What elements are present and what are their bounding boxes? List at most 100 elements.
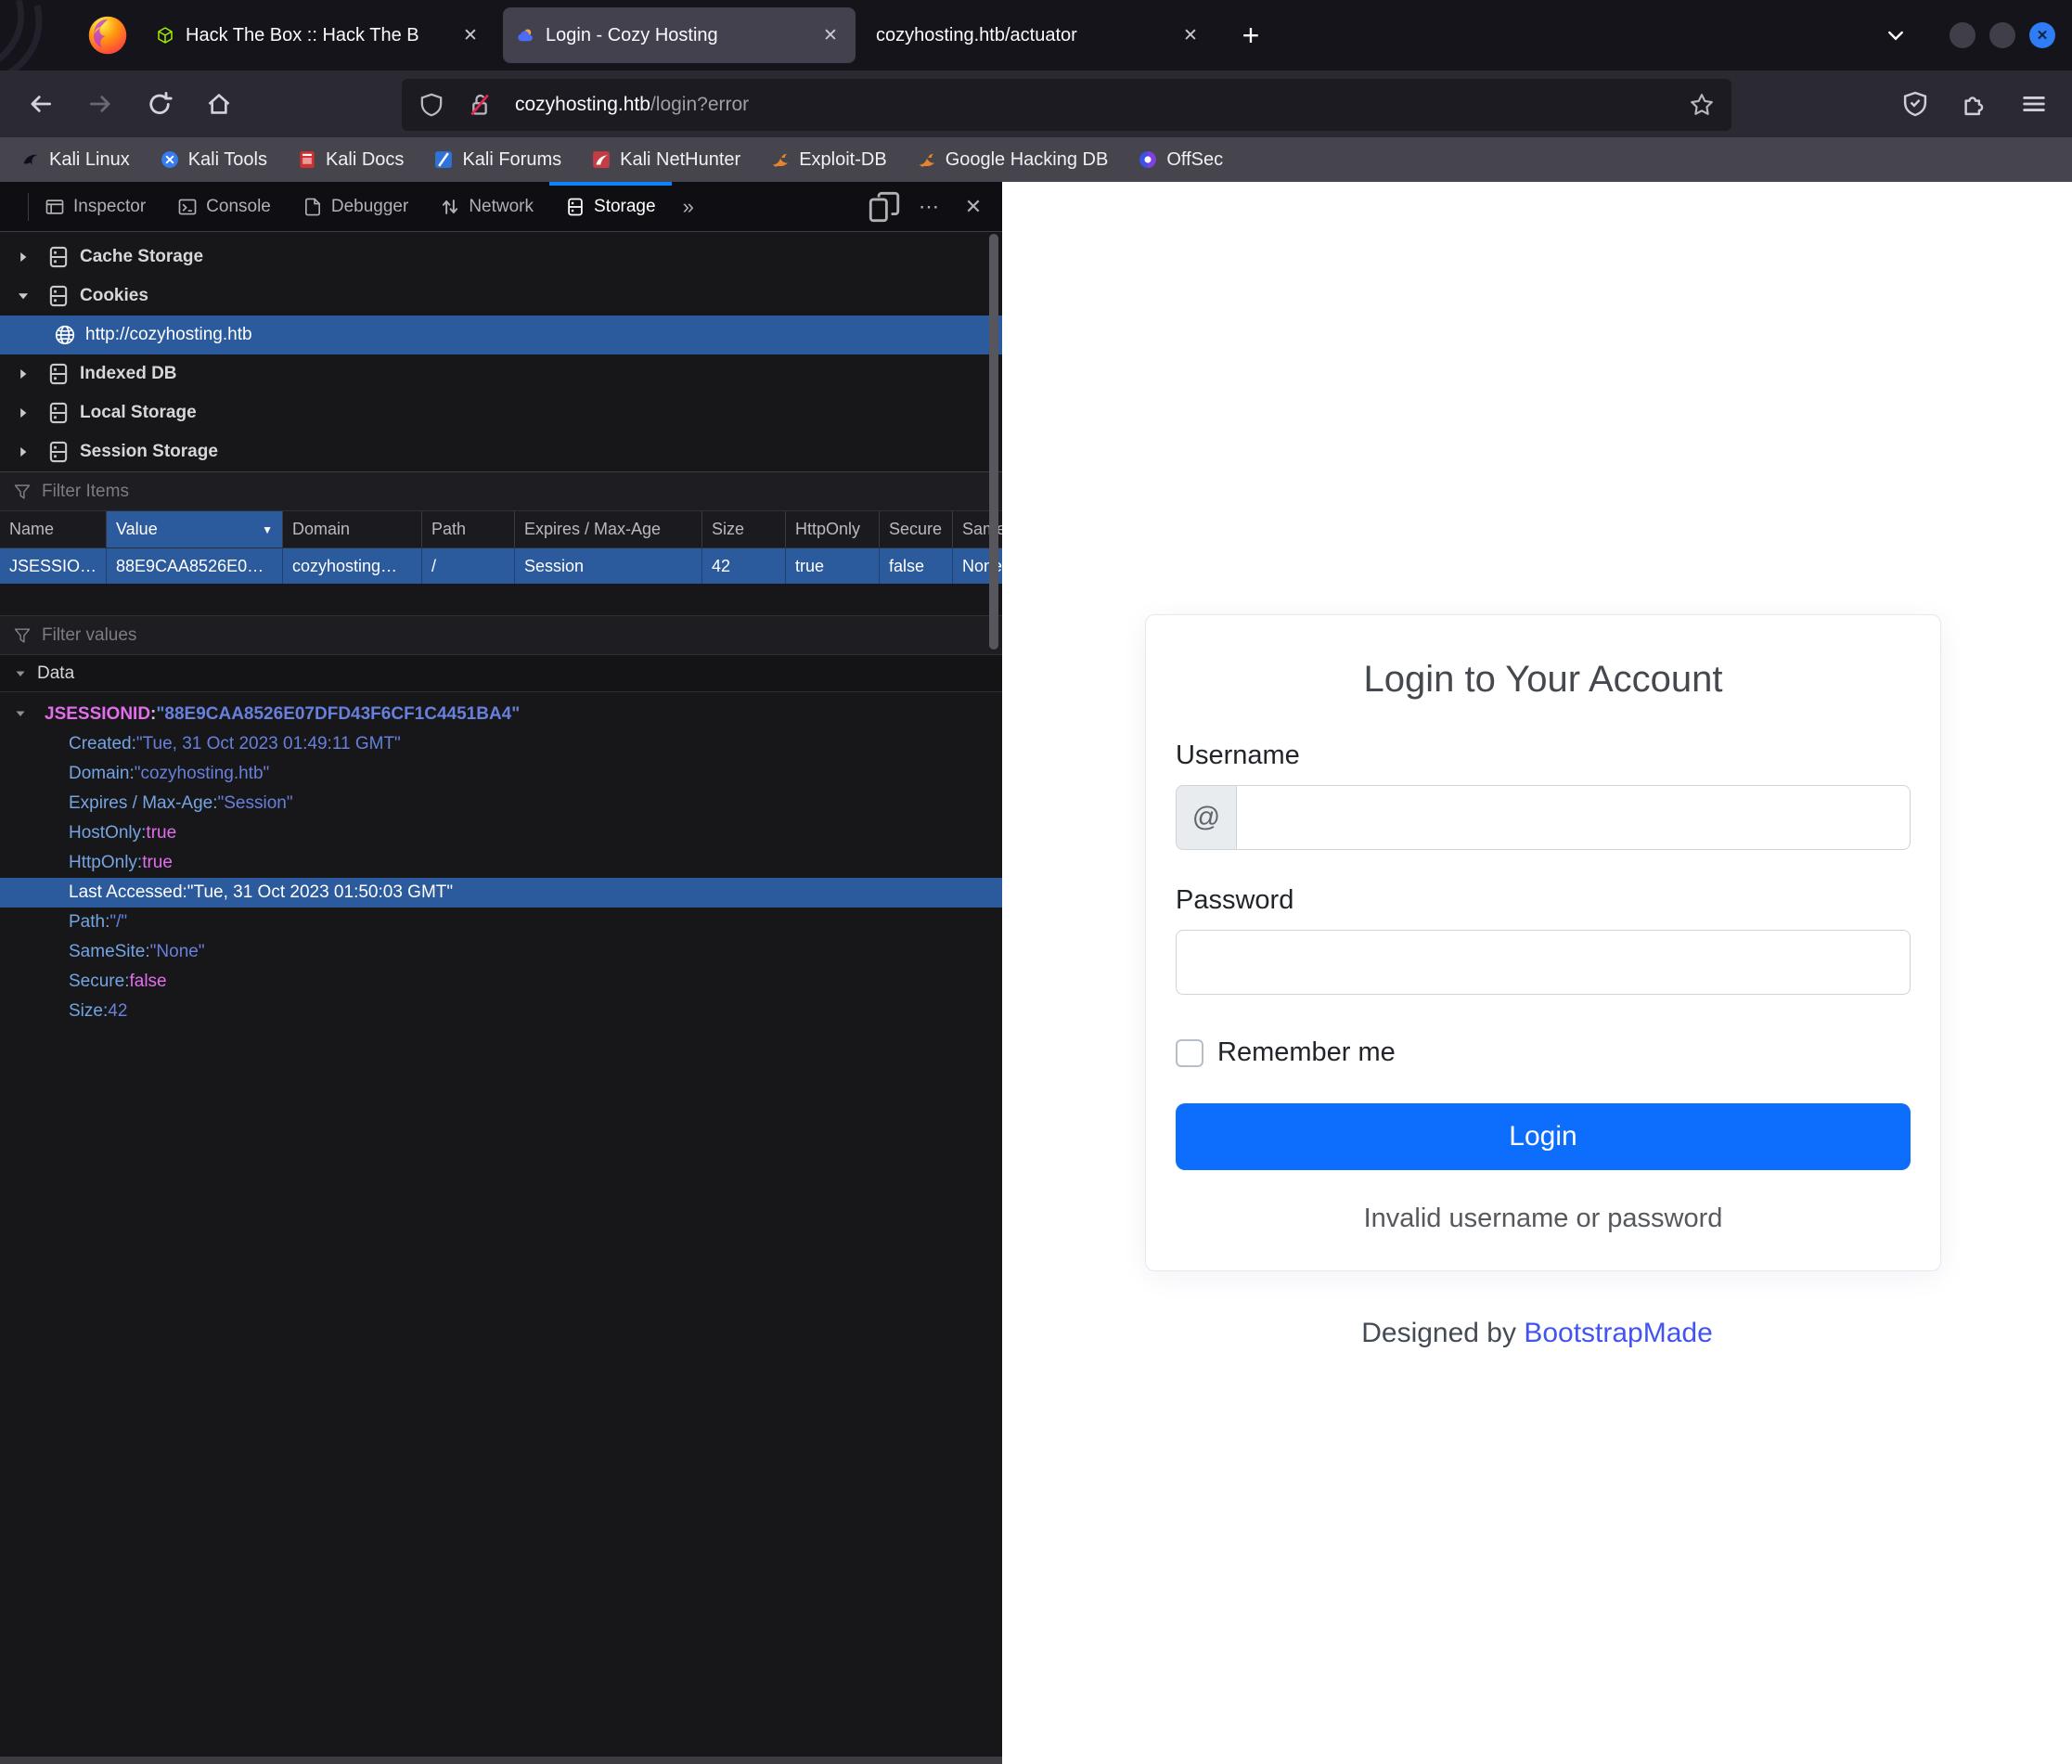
more-tools-button[interactable]: » — [672, 195, 707, 219]
bookmark-item-5[interactable]: Kali NetHunter — [591, 149, 740, 171]
devtools-tab-inspector[interactable]: Inspector — [29, 182, 161, 231]
bookmark-star-icon[interactable] — [1689, 92, 1715, 118]
caret-down-icon[interactable] — [11, 288, 35, 304]
url-path: /login?error — [650, 94, 750, 115]
back-arrow-icon[interactable] — [28, 91, 54, 117]
tree-item-6[interactable]: Session Storage — [0, 432, 1002, 471]
column-header-domain[interactable]: Domain — [283, 511, 422, 547]
tab-close-icon[interactable]: ✕ — [1177, 21, 1204, 49]
puzzle-icon[interactable] — [1961, 90, 1988, 118]
devtools-horizontal-scrollbar[interactable] — [0, 1757, 1002, 1764]
close-devtools-icon[interactable]: ✕ — [956, 189, 991, 225]
devtools-tab-storage[interactable]: Storage — [549, 182, 672, 231]
lock-broken-icon[interactable] — [467, 92, 493, 118]
browser-tab-2[interactable]: Login - Cozy Hosting ✕ — [503, 7, 856, 63]
login-button[interactable]: Login — [1176, 1103, 1911, 1170]
data-key: Domain: — [69, 764, 135, 783]
cookie-table-row[interactable]: JSESSIO… 88E9CAA8526E0… cozyhosting… / Sessi… — [0, 548, 1002, 584]
bootstrapmade-link[interactable]: BootstrapMade — [1524, 1318, 1712, 1348]
username-field[interactable] — [1237, 785, 1911, 850]
cookie-data-row-2[interactable]: Created: "Tue, 31 Oct 2023 01:49:11 GMT" — [0, 729, 1002, 759]
cookie-data-row-4[interactable]: Expires / Max-Age: "Session" — [0, 789, 1002, 818]
bookmark-item-4[interactable]: Kali Forums — [433, 149, 561, 171]
remember-checkbox[interactable] — [1176, 1038, 1203, 1067]
bookmark-item-2[interactable]: Kali Tools — [160, 149, 267, 171]
close-button[interactable]: ✕ — [2029, 22, 2055, 48]
column-header-name[interactable]: Name — [0, 511, 107, 547]
home-icon[interactable] — [206, 91, 232, 117]
password-field[interactable] — [1176, 930, 1911, 995]
tab-close-icon[interactable]: ✕ — [457, 21, 484, 49]
data-section-header[interactable]: Data — [0, 655, 1002, 692]
cookie-table-body: JSESSIO… 88E9CAA8526E0… cozyhosting… / Sessi… — [0, 548, 1002, 584]
bookmark-item-3[interactable]: Kali Docs — [297, 149, 404, 171]
devtools-tabs: Inspector Console Debugger Network Storage — [29, 182, 672, 231]
devtools-tab-console[interactable]: Console — [161, 182, 287, 231]
cookie-data-row-9[interactable]: SameSite: "None" — [0, 937, 1002, 967]
hamburger-menu-icon[interactable] — [2020, 90, 2048, 118]
caret-right-icon[interactable] — [11, 366, 35, 382]
caret-right-icon[interactable] — [11, 444, 35, 460]
column-header-value[interactable]: Value ▼ — [107, 511, 283, 547]
data-value: false — [129, 972, 167, 991]
bookmark-item-6[interactable]: Exploit-DB — [770, 149, 887, 171]
tracking-shield-icon[interactable] — [418, 92, 444, 118]
tree-item-3[interactable]: http://cozyhosting.htb — [0, 315, 1002, 354]
column-header-expires-max-age[interactable]: Expires / Max-Age — [515, 511, 702, 547]
pick-element-button[interactable] — [0, 195, 28, 219]
pocket-shield-icon[interactable] — [1901, 90, 1929, 118]
browser-tab-1[interactable]: Hack The Box :: Hack The B ✕ — [143, 7, 495, 63]
devtools-tab-debugger[interactable]: Debugger — [287, 182, 424, 231]
tree-item-5[interactable]: Local Storage — [0, 393, 1002, 432]
cookie-data-row-1[interactable]: JSESSIONID: "88E9CAA8526E07DFD43F6CF1C445… — [0, 700, 1002, 729]
column-header-path[interactable]: Path — [422, 511, 515, 547]
cookie-data-row-5[interactable]: HostOnly: true — [0, 818, 1002, 848]
maximize-button[interactable] — [1989, 22, 2015, 48]
tree-item-4[interactable]: Indexed DB — [0, 354, 1002, 393]
window-controls: ✕ — [1950, 22, 2055, 48]
bookmark-item-8[interactable]: OffSec — [1138, 149, 1223, 171]
column-header-label: Size — [712, 520, 745, 538]
cookie-data-row-3[interactable]: Domain: "cozyhosting.htb" — [0, 759, 1002, 789]
tree-item-label: Local Storage — [80, 403, 197, 422]
bookmark-item-1[interactable]: Kali Linux — [20, 149, 130, 171]
tab-close-icon[interactable]: ✕ — [817, 21, 844, 49]
meatball-menu-icon[interactable]: ⋯ — [911, 189, 946, 225]
kali-wallpaper-swirl — [0, 0, 43, 78]
cookie-cell-path: / — [422, 548, 515, 584]
tab-title: Hack The Box :: Hack The B — [186, 24, 419, 45]
responsive-mode-icon[interactable] — [867, 189, 902, 225]
cookie-data-row-8[interactable]: Path: "/" — [0, 908, 1002, 937]
cookie-cell-size: 42 — [702, 548, 786, 584]
tree-item-2[interactable]: Cookies — [0, 277, 1002, 315]
cookie-data-row-7[interactable]: Last Accessed: "Tue, 31 Oct 2023 01:50:03… — [0, 878, 1002, 908]
data-value: true — [146, 823, 177, 843]
kali-forums-icon — [433, 149, 454, 170]
cookie-data-row-6[interactable]: HttpOnly: true — [0, 848, 1002, 878]
bookmark-item-7[interactable]: Google Hacking DB — [917, 149, 1108, 171]
minimize-button[interactable] — [1950, 22, 1975, 48]
column-header-httponly[interactable]: HttpOnly — [786, 511, 880, 547]
forward-arrow-icon[interactable] — [87, 91, 113, 117]
caret-right-icon[interactable] — [11, 405, 35, 421]
browser-tab-3[interactable]: cozyhosting.htb/actuator ✕ — [863, 7, 1216, 63]
data-value: "Tue, 31 Oct 2023 01:49:11 GMT" — [135, 734, 401, 753]
new-tab-button[interactable]: + — [1232, 17, 1269, 54]
data-value: true — [142, 853, 173, 872]
tree-item-1[interactable]: Cache Storage — [0, 238, 1002, 277]
caret-right-icon[interactable] — [11, 249, 35, 265]
data-value: "88E9CAA8526E07DFD43F6CF1C4451BA4" — [156, 704, 521, 724]
url-bar[interactable]: cozyhosting.htb/login?error — [402, 79, 1731, 131]
devtools-tab-network[interactable]: Network — [424, 182, 549, 231]
cookie-data-row-11[interactable]: Size: 42 — [0, 997, 1002, 1026]
caret-down-icon[interactable] — [13, 706, 28, 721]
column-header-size[interactable]: Size — [702, 511, 786, 547]
devtools-vertical-scrollbar[interactable] — [989, 234, 998, 650]
filter-items-input[interactable] — [42, 481, 989, 502]
cookie-data-row-10[interactable]: Secure: false — [0, 967, 1002, 997]
list-all-tabs-button[interactable] — [1885, 24, 1907, 46]
filter-values-input[interactable] — [42, 624, 989, 646]
reload-icon[interactable] — [147, 91, 173, 117]
column-header-secure[interactable]: Secure — [880, 511, 953, 547]
inspector-icon — [45, 197, 65, 217]
